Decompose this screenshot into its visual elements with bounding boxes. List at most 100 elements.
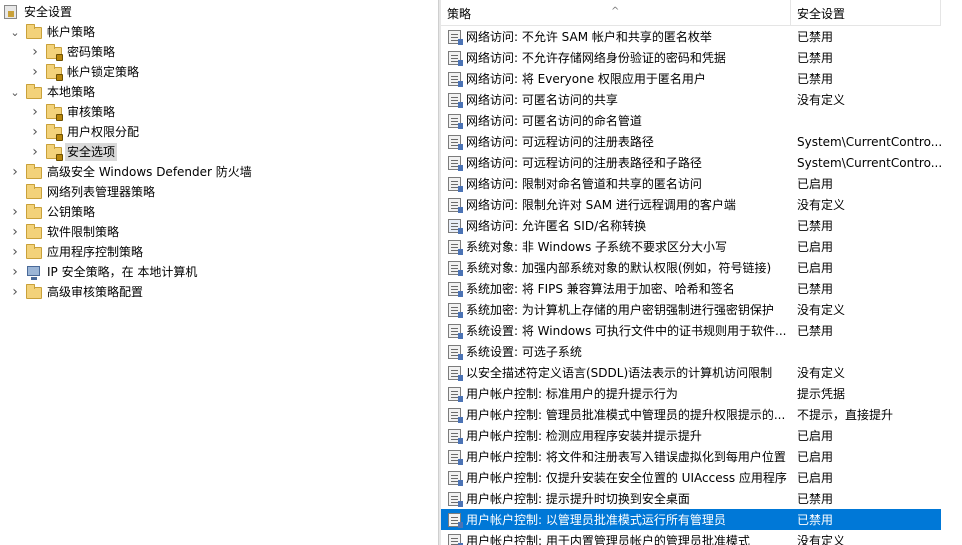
tree-item-label: 帐户锁定策略	[67, 65, 140, 79]
tree-item[interactable]: › 用户权限分配	[28, 122, 141, 142]
chevron-right-icon[interactable]: ›	[28, 144, 42, 160]
chevron-right-icon[interactable]: ›	[8, 244, 22, 260]
policy-folder-icon	[46, 64, 63, 81]
tree-item[interactable]: ⌄ 帐户策略	[8, 22, 97, 42]
policy-name: 网络访问: 可远程访问的注册表路径和子路径	[466, 156, 702, 170]
tree-item-label: 公钥策略	[47, 205, 96, 219]
vertical-scrollbar[interactable]	[941, 0, 962, 545]
policy-icon	[447, 323, 463, 339]
tree-item[interactable]: › 安全选项	[28, 142, 118, 162]
chevron-right-icon[interactable]: ›	[28, 64, 42, 80]
policy-icon	[447, 407, 463, 423]
policy-row[interactable]: 用户帐户控制: 提示提升时切换到安全桌面 已禁用	[441, 488, 941, 509]
tree-item[interactable]: › 高级安全 Windows Defender 防火墙	[8, 162, 254, 182]
policy-folder-icon	[46, 124, 63, 141]
chevron-right-icon[interactable]: ›	[8, 224, 22, 240]
tree-item[interactable]: › 软件限制策略	[8, 222, 121, 242]
tree-item-label: 用户权限分配	[67, 125, 140, 139]
column-header-policy[interactable]: 策略 ^	[441, 0, 791, 26]
chevron-right-icon[interactable]: ›	[8, 284, 22, 300]
policy-name: 网络访问: 可匿名访问的共享	[466, 93, 618, 107]
chevron-right-icon[interactable]: ›	[28, 124, 42, 140]
tree-item[interactable]: 网络列表管理器策略	[8, 182, 157, 202]
chevron-right-icon[interactable]: ›	[28, 104, 42, 120]
policy-name: 网络访问: 允许匿名 SID/名称转换	[466, 219, 647, 233]
tree-item[interactable]: › 高级审核策略配置	[8, 282, 145, 302]
policy-icon	[447, 113, 463, 129]
chevron-right-icon[interactable]: ›	[28, 44, 42, 60]
policy-row[interactable]: 网络访问: 将 Everyone 权限应用于匿名用户 已禁用	[441, 68, 941, 89]
policy-row[interactable]: 网络访问: 可远程访问的注册表路径 System\CurrentContro...	[441, 131, 941, 152]
policy-name: 用户帐户控制: 以管理员批准模式运行所有管理员	[466, 513, 726, 527]
policy-name: 用户帐户控制: 管理员批准模式中管理员的提升权限提示的...	[466, 408, 786, 422]
policy-row[interactable]: 系统对象: 非 Windows 子系统不要求区分大小写 已启用	[441, 236, 941, 257]
policy-row[interactable]: 用户帐户控制: 标准用户的提升提示行为 提示凭据	[441, 383, 941, 404]
tree-item-label: 审核策略	[67, 105, 116, 119]
policy-row[interactable]: 系统加密: 为计算机上存储的用户密钥强制进行强密钥保护 没有定义	[441, 299, 941, 320]
policy-name: 网络访问: 限制允许对 SAM 进行远程调用的客户端	[466, 198, 736, 212]
policy-row[interactable]: 系统对象: 加强内部系统对象的默认权限(例如，符号链接) 已启用	[441, 257, 941, 278]
folder-icon	[26, 164, 42, 180]
policy-row[interactable]: 系统加密: 将 FIPS 兼容算法用于加密、哈希和签名 已禁用	[441, 278, 941, 299]
policy-folder-icon	[46, 104, 63, 121]
folder-icon	[26, 24, 42, 40]
policy-row[interactable]: 系统设置: 将 Windows 可执行文件中的证书规则用于软件... 已禁用	[441, 320, 941, 341]
policy-setting: 已禁用	[797, 219, 834, 233]
policy-name: 系统设置: 可选子系统	[466, 345, 582, 359]
policy-row[interactable]: 网络访问: 不允许 SAM 帐户和共享的匿名枚举 已禁用	[441, 26, 941, 47]
policy-name: 系统对象: 非 Windows 子系统不要求区分大小写	[466, 240, 728, 254]
policy-row[interactable]: 用户帐户控制: 管理员批准模式中管理员的提升权限提示的... 不提示，直接提升	[441, 404, 941, 425]
policy-row[interactable]: 用户帐户控制: 仅提升安装在安全位置的 UIAccess 应用程序 已启用	[441, 467, 941, 488]
tree-item[interactable]: ⌄ 本地策略	[8, 82, 97, 102]
policy-name: 网络访问: 将 Everyone 权限应用于匿名用户	[466, 72, 706, 86]
policy-row[interactable]: 用户帐户控制: 检测应用程序安装并提示提升 已启用	[441, 425, 941, 446]
chevron-down-icon[interactable]: ⌄	[8, 85, 22, 99]
policy-setting: 已禁用	[797, 30, 834, 44]
tree-item-label: 应用程序控制策略	[47, 245, 144, 259]
chevron-down-icon[interactable]: ⌄	[8, 25, 22, 39]
tree-item[interactable]: › 应用程序控制策略	[8, 242, 145, 262]
policy-name: 网络访问: 可匿名访问的命名管道	[466, 114, 642, 128]
policy-row[interactable]: 网络访问: 允许匿名 SID/名称转换 已禁用	[441, 215, 941, 236]
policy-list[interactable]: 策略 ^ 安全设置 网络访问: 不允许 SAM 帐户和共享的匿名枚举 已禁用 网络访…	[441, 0, 962, 545]
tree-root-security-settings[interactable]: 安全设置	[3, 2, 74, 22]
policy-icon	[447, 512, 463, 528]
local-security-policy-window: 安全设置 ⌄ 帐户策略 › 密码策略 › 帐户锁定策略 ⌄ 本地策略 › 审核策略 › 用户权限分配 ›…	[0, 0, 962, 545]
policy-row[interactable]: 网络访问: 可匿名访问的共享 没有定义	[441, 89, 941, 110]
policy-icon	[447, 50, 463, 66]
navigation-tree[interactable]: 安全设置 ⌄ 帐户策略 › 密码策略 › 帐户锁定策略 ⌄ 本地策略 › 审核策略 › 用户权限分配 ›…	[0, 0, 438, 545]
tree-item-label: 帐户策略	[47, 25, 96, 39]
scrollbar-thumb[interactable]	[946, 28, 957, 528]
policy-row[interactable]: 网络访问: 可匿名访问的命名管道	[441, 110, 941, 131]
policy-icon	[447, 218, 463, 234]
policy-icon	[447, 134, 463, 150]
column-header-setting[interactable]: 安全设置	[791, 0, 941, 26]
policy-icon	[447, 491, 463, 507]
chevron-right-icon[interactable]: ›	[8, 204, 22, 220]
policy-row[interactable]: 网络访问: 可远程访问的注册表路径和子路径 System\CurrentContr…	[441, 152, 941, 173]
policy-row[interactable]: 用户帐户控制: 用于内置管理员帐户的管理员批准模式 没有定义	[441, 530, 941, 545]
tree-item[interactable]: › IP 安全策略，在 本地计算机	[8, 262, 199, 282]
policy-row[interactable]: 用户帐户控制: 以管理员批准模式运行所有管理员 已禁用	[441, 509, 941, 530]
tree-item[interactable]: › 审核策略	[28, 102, 117, 122]
column-header-policy-label: 策略	[447, 7, 472, 21]
policy-row[interactable]: 系统设置: 可选子系统	[441, 341, 941, 362]
policy-row[interactable]: 用户帐户控制: 将文件和注册表写入错误虚拟化到每用户位置 已启用	[441, 446, 941, 467]
tree-item[interactable]: › 帐户锁定策略	[28, 62, 141, 82]
tree-item-label: 高级安全 Windows Defender 防火墙	[47, 165, 252, 179]
policy-row[interactable]: 网络访问: 限制对命名管道和共享的匿名访问 已启用	[441, 173, 941, 194]
policy-row[interactable]: 网络访问: 限制允许对 SAM 进行远程调用的客户端 没有定义	[441, 194, 941, 215]
chevron-right-icon[interactable]: ›	[8, 264, 22, 280]
tree-root-label: 安全设置	[24, 5, 73, 19]
tree-item[interactable]: › 公钥策略	[8, 202, 97, 222]
tree-item-label: 网络列表管理器策略	[47, 185, 156, 199]
tree-item[interactable]: › 密码策略	[28, 42, 117, 62]
policy-row[interactable]: 以安全描述符定义语言(SDDL)语法表示的计算机访问限制 没有定义	[441, 362, 941, 383]
policy-setting: 没有定义	[797, 534, 846, 545]
chevron-right-icon[interactable]: ›	[8, 164, 22, 180]
policy-icon	[447, 239, 463, 255]
policy-row[interactable]: 网络访问: 不允许存储网络身份验证的密码和凭据 已禁用	[441, 47, 941, 68]
list-header: 策略 ^ 安全设置	[441, 0, 962, 26]
policy-setting: 已启用	[797, 240, 834, 254]
policy-icon	[447, 29, 463, 45]
